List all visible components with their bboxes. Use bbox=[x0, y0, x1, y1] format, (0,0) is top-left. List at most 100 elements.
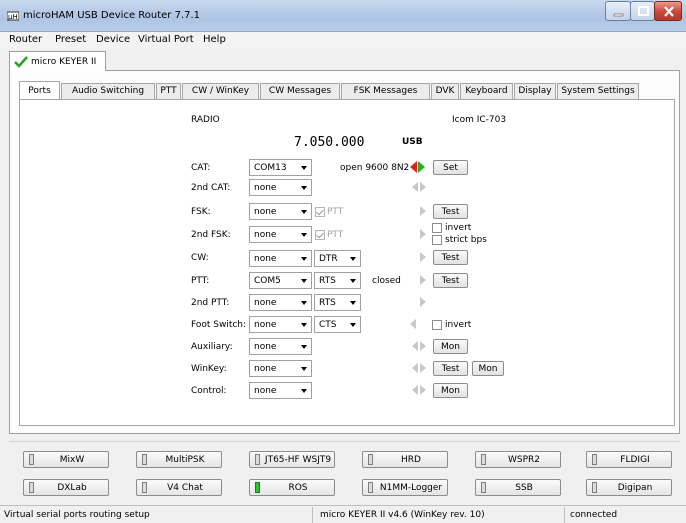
status-led-icon bbox=[481, 454, 486, 465]
winkey-mon-button[interactable]: Mon bbox=[472, 361, 504, 376]
ptt2-line-select[interactable]: RTS bbox=[314, 294, 361, 311]
winkey-test-button[interactable]: Test bbox=[433, 361, 468, 376]
radio-label: RADIO bbox=[191, 115, 220, 125]
ptt-test-button[interactable]: Test bbox=[433, 273, 468, 288]
cat-port-select[interactable]: COM13 bbox=[249, 159, 312, 176]
control-port-value: none bbox=[254, 386, 277, 396]
fsk-test-button[interactable]: Test bbox=[433, 204, 468, 219]
menu-preset[interactable]: Preset bbox=[55, 34, 86, 45]
cat2-label: 2nd CAT: bbox=[191, 183, 231, 193]
status-led-icon bbox=[368, 482, 373, 493]
status-led-icon bbox=[142, 454, 147, 465]
app-button-ros[interactable]: ROS bbox=[249, 479, 335, 496]
winkey-port-value: none bbox=[254, 364, 277, 374]
ptt2-label: 2nd PTT: bbox=[191, 298, 230, 308]
foot-switch-port-select[interactable]: none bbox=[249, 316, 312, 333]
status-led-icon bbox=[29, 454, 34, 465]
fsk-port-select[interactable]: none bbox=[249, 203, 312, 220]
app-button-n1mm[interactable]: N1MM-Logger bbox=[362, 479, 448, 496]
device-tab[interactable]: micro KEYER II bbox=[9, 51, 106, 71]
rx-arrow-icon bbox=[412, 182, 418, 192]
app-button-wspr2[interactable]: WSPR2 bbox=[475, 451, 561, 468]
divider bbox=[564, 507, 565, 523]
foot-switch-line-select[interactable]: CTS bbox=[314, 316, 361, 333]
cw-test-button[interactable]: Test bbox=[433, 250, 468, 265]
chevron-down-icon bbox=[301, 345, 307, 349]
winkey-port-select[interactable]: none bbox=[249, 360, 312, 377]
tab-ports[interactable]: Ports bbox=[19, 81, 60, 99]
fsk2-strict-checkbox[interactable] bbox=[432, 235, 442, 245]
foot-switch-invert-checkbox[interactable] bbox=[432, 320, 442, 330]
cat-set-button[interactable]: Set bbox=[433, 160, 468, 175]
status-led-icon bbox=[592, 482, 597, 493]
fsk2-invert-checkbox[interactable] bbox=[432, 223, 442, 233]
chevron-down-icon bbox=[301, 389, 307, 393]
frequency-display: 7.050.000 bbox=[294, 135, 365, 150]
app-button-jt65[interactable]: JT65-HF WSJT9 bbox=[249, 451, 335, 468]
chevron-down-icon bbox=[301, 233, 307, 237]
divider bbox=[9, 441, 680, 442]
status-led-icon bbox=[255, 454, 260, 465]
fsk-ptt-checkbox[interactable] bbox=[315, 207, 325, 217]
control-mon-button[interactable]: Mon bbox=[433, 383, 468, 398]
tab-fsk-messages[interactable]: FSK Messages bbox=[341, 83, 430, 99]
chevron-down-icon bbox=[301, 166, 307, 170]
tab-audio-switching[interactable]: Audio Switching bbox=[61, 83, 155, 99]
status-led-icon bbox=[368, 454, 373, 465]
menu-device[interactable]: Device bbox=[96, 34, 130, 45]
tab-system-settings[interactable]: System Settings bbox=[557, 83, 639, 99]
tab-cw-messages[interactable]: CW Messages bbox=[260, 83, 340, 99]
status-left: Virtual serial ports routing setup bbox=[4, 510, 150, 520]
status-device-version: micro KEYER II v4.6 (WinKey rev. 10) bbox=[320, 510, 485, 520]
cw-line-select[interactable]: DTR bbox=[314, 250, 361, 267]
tab-keyboard[interactable]: Keyboard bbox=[460, 83, 513, 99]
cat2-port-value: none bbox=[254, 183, 277, 193]
rx-arrow-icon bbox=[412, 385, 418, 395]
close-button[interactable] bbox=[654, 1, 682, 21]
fsk2-ptt-checkbox[interactable] bbox=[315, 230, 325, 240]
status-led-icon bbox=[29, 482, 34, 493]
fsk2-port-select[interactable]: none bbox=[249, 226, 312, 243]
cat2-port-select[interactable]: none bbox=[249, 179, 312, 196]
ptt-line-select[interactable]: RTS bbox=[314, 272, 361, 289]
tx-arrow-icon bbox=[420, 341, 426, 351]
divider bbox=[312, 507, 313, 523]
ptt-port-select[interactable]: COM5 bbox=[249, 272, 312, 289]
menu-router[interactable]: Router bbox=[9, 34, 42, 45]
app-button-dxlab[interactable]: DXLab bbox=[23, 479, 109, 496]
tab-dvk[interactable]: DVK bbox=[431, 83, 459, 99]
app-button-multipsk[interactable]: MultiPSK bbox=[136, 451, 222, 468]
tab-ptt[interactable]: PTT bbox=[156, 83, 181, 99]
app-button-label: SSB bbox=[515, 483, 533, 493]
maximize-button[interactable] bbox=[630, 1, 655, 21]
app-button-hrd[interactable]: HRD bbox=[362, 451, 448, 468]
tab-cw-winkey[interactable]: CW / WinKey bbox=[182, 83, 259, 99]
app-button-digipan[interactable]: Digipan bbox=[586, 479, 672, 496]
tab-display[interactable]: Display bbox=[514, 83, 556, 99]
app-button-label: JT65-HF WSJT9 bbox=[264, 455, 332, 465]
ptt-status: closed bbox=[372, 276, 401, 286]
app-button-mixw[interactable]: MixW bbox=[23, 451, 109, 468]
status-led-icon bbox=[481, 482, 486, 493]
chevron-down-icon bbox=[301, 186, 307, 190]
app-button-v4chat[interactable]: V4 Chat bbox=[136, 479, 222, 496]
app-button-label: N1MM-Logger bbox=[379, 483, 443, 493]
cw-port-select[interactable]: none bbox=[249, 250, 312, 267]
cw-label: CW: bbox=[191, 253, 209, 263]
aux-mon-button[interactable]: Mon bbox=[433, 339, 468, 354]
app-button-label: MultiPSK bbox=[165, 455, 205, 465]
chevron-down-icon bbox=[350, 279, 356, 283]
ptt-line-value: RTS bbox=[319, 276, 336, 286]
minimize-button[interactable] bbox=[605, 1, 631, 21]
fsk-ptt-label: PTT bbox=[327, 207, 344, 217]
ptt2-port-select[interactable]: none bbox=[249, 294, 312, 311]
app-button-ssb[interactable]: SSB bbox=[475, 479, 561, 496]
menu-virtual-port[interactable]: Virtual Port bbox=[138, 34, 194, 45]
app-button-label: V4 Chat bbox=[167, 483, 203, 493]
menu-help[interactable]: Help bbox=[203, 34, 226, 45]
tx-arrow-icon bbox=[420, 385, 426, 395]
control-port-select[interactable]: none bbox=[249, 382, 312, 399]
app-button-label: DXLab bbox=[57, 483, 87, 493]
aux-port-select[interactable]: none bbox=[249, 338, 312, 355]
app-button-fldigi[interactable]: FLDIGI bbox=[586, 451, 672, 468]
